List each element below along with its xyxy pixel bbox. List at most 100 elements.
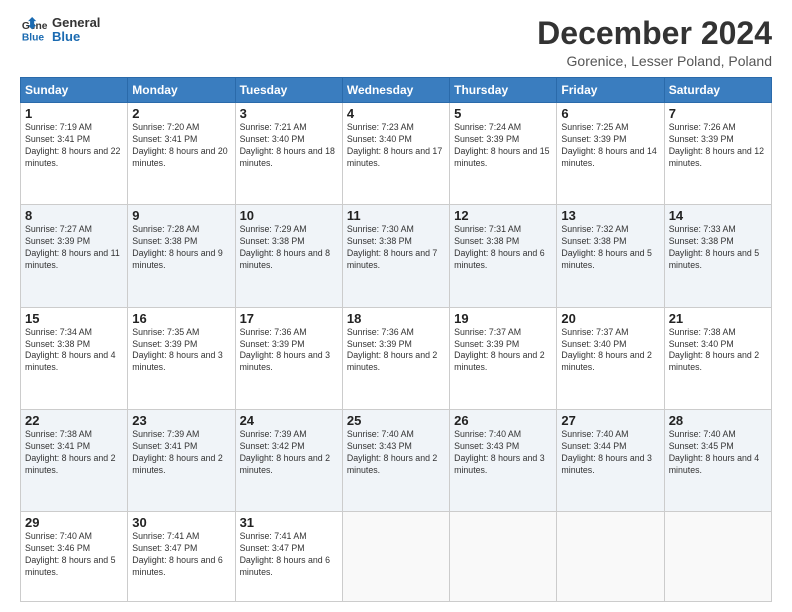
day-detail: Sunrise: 7:39 AM Sunset: 3:41 PM Dayligh… [132,429,230,477]
header-sunday: Sunday [21,78,128,103]
day-detail: Sunrise: 7:38 AM Sunset: 3:40 PM Dayligh… [669,327,767,375]
calendar-cell [450,512,557,602]
day-detail: Sunrise: 7:37 AM Sunset: 3:39 PM Dayligh… [454,327,552,375]
day-number: 10 [240,208,338,223]
day-number: 25 [347,413,445,428]
svg-text:Blue: Blue [22,33,45,44]
calendar-cell: 11 Sunrise: 7:30 AM Sunset: 3:38 PM Dayl… [342,205,449,307]
logo-line2: Blue [52,30,100,44]
calendar-cell: 17 Sunrise: 7:36 AM Sunset: 3:39 PM Dayl… [235,307,342,409]
title-block: December 2024 Gorenice, Lesser Poland, P… [537,16,772,69]
day-number: 29 [25,515,123,530]
calendar-cell: 10 Sunrise: 7:29 AM Sunset: 3:38 PM Dayl… [235,205,342,307]
calendar-cell: 16 Sunrise: 7:35 AM Sunset: 3:39 PM Dayl… [128,307,235,409]
day-number: 19 [454,311,552,326]
day-detail: Sunrise: 7:31 AM Sunset: 3:38 PM Dayligh… [454,224,552,272]
header-monday: Monday [128,78,235,103]
day-number: 21 [669,311,767,326]
day-number: 24 [240,413,338,428]
day-number: 3 [240,106,338,121]
day-number: 8 [25,208,123,223]
calendar-cell: 31 Sunrise: 7:41 AM Sunset: 3:47 PM Dayl… [235,512,342,602]
main-title: December 2024 [537,16,772,51]
day-detail: Sunrise: 7:35 AM Sunset: 3:39 PM Dayligh… [132,327,230,375]
calendar-cell: 21 Sunrise: 7:38 AM Sunset: 3:40 PM Dayl… [664,307,771,409]
day-number: 23 [132,413,230,428]
calendar-cell: 15 Sunrise: 7:34 AM Sunset: 3:38 PM Dayl… [21,307,128,409]
calendar-cell: 29 Sunrise: 7:40 AM Sunset: 3:46 PM Dayl… [21,512,128,602]
day-detail: Sunrise: 7:38 AM Sunset: 3:41 PM Dayligh… [25,429,123,477]
day-number: 1 [25,106,123,121]
calendar-cell: 20 Sunrise: 7:37 AM Sunset: 3:40 PM Dayl… [557,307,664,409]
calendar-cell: 25 Sunrise: 7:40 AM Sunset: 3:43 PM Dayl… [342,409,449,511]
header: General Blue General Blue December 2024 … [20,16,772,69]
calendar-cell: 19 Sunrise: 7:37 AM Sunset: 3:39 PM Dayl… [450,307,557,409]
calendar-cell: 9 Sunrise: 7:28 AM Sunset: 3:38 PM Dayli… [128,205,235,307]
day-detail: Sunrise: 7:40 AM Sunset: 3:45 PM Dayligh… [669,429,767,477]
day-detail: Sunrise: 7:40 AM Sunset: 3:43 PM Dayligh… [347,429,445,477]
calendar-cell: 2 Sunrise: 7:20 AM Sunset: 3:41 PM Dayli… [128,103,235,205]
day-number: 6 [561,106,659,121]
calendar-cell: 28 Sunrise: 7:40 AM Sunset: 3:45 PM Dayl… [664,409,771,511]
day-detail: Sunrise: 7:40 AM Sunset: 3:43 PM Dayligh… [454,429,552,477]
header-tuesday: Tuesday [235,78,342,103]
day-number: 15 [25,311,123,326]
calendar-table: Sunday Monday Tuesday Wednesday Thursday… [20,77,772,602]
calendar-cell: 3 Sunrise: 7:21 AM Sunset: 3:40 PM Dayli… [235,103,342,205]
calendar-cell: 5 Sunrise: 7:24 AM Sunset: 3:39 PM Dayli… [450,103,557,205]
day-detail: Sunrise: 7:41 AM Sunset: 3:47 PM Dayligh… [132,531,230,579]
day-number: 7 [669,106,767,121]
day-number: 5 [454,106,552,121]
day-detail: Sunrise: 7:27 AM Sunset: 3:39 PM Dayligh… [25,224,123,272]
header-friday: Friday [557,78,664,103]
calendar-cell [557,512,664,602]
header-thursday: Thursday [450,78,557,103]
calendar-cell: 24 Sunrise: 7:39 AM Sunset: 3:42 PM Dayl… [235,409,342,511]
day-detail: Sunrise: 7:37 AM Sunset: 3:40 PM Dayligh… [561,327,659,375]
calendar-cell: 8 Sunrise: 7:27 AM Sunset: 3:39 PM Dayli… [21,205,128,307]
day-detail: Sunrise: 7:29 AM Sunset: 3:38 PM Dayligh… [240,224,338,272]
day-number: 4 [347,106,445,121]
svg-text:General: General [22,21,48,32]
day-number: 14 [669,208,767,223]
logo: General Blue General Blue [20,16,100,45]
calendar-cell: 23 Sunrise: 7:39 AM Sunset: 3:41 PM Dayl… [128,409,235,511]
day-detail: Sunrise: 7:20 AM Sunset: 3:41 PM Dayligh… [132,122,230,170]
day-detail: Sunrise: 7:40 AM Sunset: 3:44 PM Dayligh… [561,429,659,477]
header-wednesday: Wednesday [342,78,449,103]
day-detail: Sunrise: 7:30 AM Sunset: 3:38 PM Dayligh… [347,224,445,272]
calendar-cell: 18 Sunrise: 7:36 AM Sunset: 3:39 PM Dayl… [342,307,449,409]
calendar-cell: 4 Sunrise: 7:23 AM Sunset: 3:40 PM Dayli… [342,103,449,205]
day-number: 9 [132,208,230,223]
day-number: 11 [347,208,445,223]
day-detail: Sunrise: 7:41 AM Sunset: 3:47 PM Dayligh… [240,531,338,579]
day-number: 2 [132,106,230,121]
day-detail: Sunrise: 7:21 AM Sunset: 3:40 PM Dayligh… [240,122,338,170]
calendar-cell: 26 Sunrise: 7:40 AM Sunset: 3:43 PM Dayl… [450,409,557,511]
header-saturday: Saturday [664,78,771,103]
day-detail: Sunrise: 7:40 AM Sunset: 3:46 PM Dayligh… [25,531,123,579]
day-number: 22 [25,413,123,428]
day-detail: Sunrise: 7:25 AM Sunset: 3:39 PM Dayligh… [561,122,659,170]
day-detail: Sunrise: 7:19 AM Sunset: 3:41 PM Dayligh… [25,122,123,170]
day-detail: Sunrise: 7:36 AM Sunset: 3:39 PM Dayligh… [347,327,445,375]
day-number: 18 [347,311,445,326]
calendar-cell: 27 Sunrise: 7:40 AM Sunset: 3:44 PM Dayl… [557,409,664,511]
day-detail: Sunrise: 7:34 AM Sunset: 3:38 PM Dayligh… [25,327,123,375]
day-number: 27 [561,413,659,428]
calendar-cell: 12 Sunrise: 7:31 AM Sunset: 3:38 PM Dayl… [450,205,557,307]
day-number: 31 [240,515,338,530]
day-detail: Sunrise: 7:32 AM Sunset: 3:38 PM Dayligh… [561,224,659,272]
calendar-cell: 22 Sunrise: 7:38 AM Sunset: 3:41 PM Dayl… [21,409,128,511]
day-detail: Sunrise: 7:26 AM Sunset: 3:39 PM Dayligh… [669,122,767,170]
day-detail: Sunrise: 7:24 AM Sunset: 3:39 PM Dayligh… [454,122,552,170]
subtitle: Gorenice, Lesser Poland, Poland [537,53,772,69]
page: General Blue General Blue December 2024 … [0,0,792,612]
logo-line1: General [52,16,100,30]
day-detail: Sunrise: 7:33 AM Sunset: 3:38 PM Dayligh… [669,224,767,272]
calendar-cell: 7 Sunrise: 7:26 AM Sunset: 3:39 PM Dayli… [664,103,771,205]
calendar-header-row: Sunday Monday Tuesday Wednesday Thursday… [21,78,772,103]
calendar-cell [664,512,771,602]
day-number: 20 [561,311,659,326]
day-number: 13 [561,208,659,223]
